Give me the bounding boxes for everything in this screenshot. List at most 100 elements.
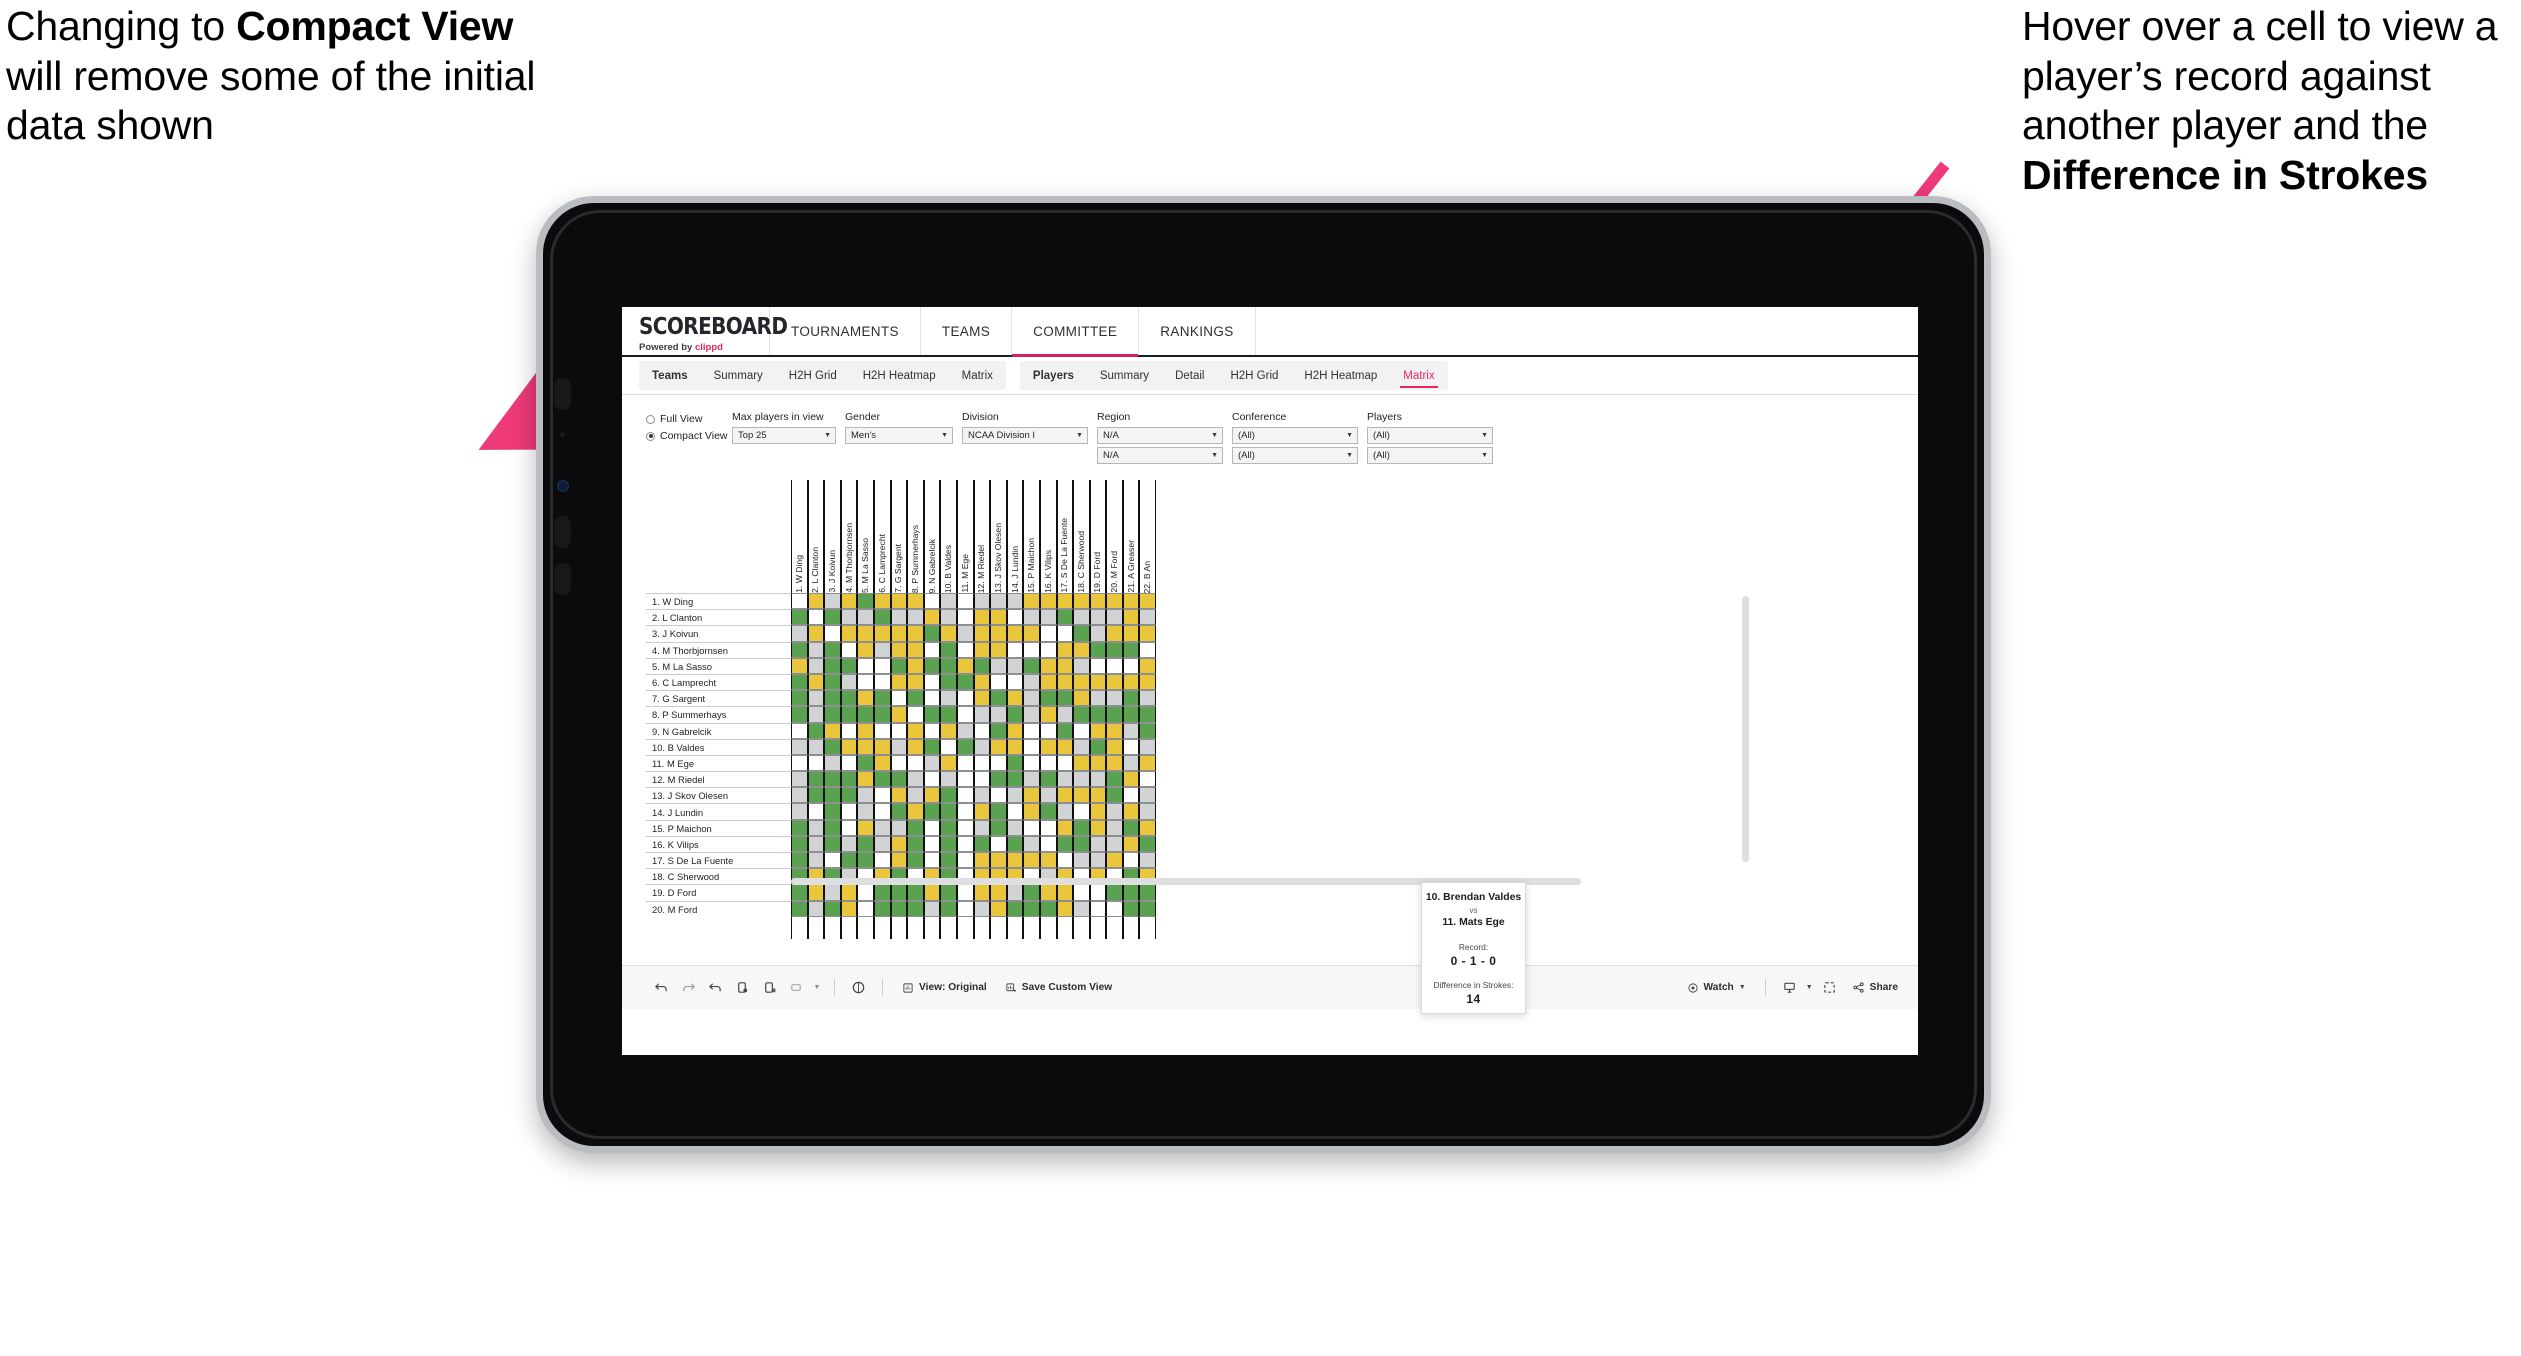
matrix-cell[interactable] [923, 803, 941, 820]
filter-conference-select-secondary[interactable]: (All) ▼ [1232, 447, 1358, 464]
matrix-cell[interactable] [791, 609, 808, 626]
matrix-cell[interactable] [857, 690, 874, 707]
matrix-column-header[interactable]: 4. M Thorbjornsen [840, 480, 858, 593]
matrix-column-header[interactable]: 2. L Clanton [807, 480, 825, 593]
matrix-row-header[interactable]: 6. C Lamprecht [646, 673, 791, 691]
matrix-cell[interactable] [1106, 803, 1123, 820]
matrix-row-header[interactable]: 11. M Ege [646, 754, 791, 772]
matrix-cell[interactable] [791, 803, 808, 820]
matrix-cell[interactable] [807, 803, 825, 820]
matrix-cell[interactable] [973, 641, 991, 658]
matrix-cell[interactable] [907, 771, 924, 788]
matrix-cell[interactable] [1089, 852, 1107, 869]
matrix-cell[interactable] [824, 900, 841, 917]
matrix-cell[interactable] [1039, 641, 1057, 658]
matrix-cell[interactable] [857, 771, 874, 788]
matrix-cell[interactable] [1122, 803, 1140, 820]
matrix-cell[interactable] [840, 673, 858, 691]
matrix-cell[interactable] [1106, 884, 1123, 901]
matrix-cell[interactable] [940, 722, 957, 739]
matrix-cell[interactable] [990, 625, 1007, 642]
matrix-cell[interactable] [907, 673, 924, 691]
matrix-column-header[interactable]: 21. A Greaser [1122, 480, 1140, 593]
matrix-cell[interactable] [1106, 787, 1123, 804]
radio-full-view[interactable]: Full View [646, 413, 732, 425]
matrix-cell[interactable] [1106, 738, 1123, 755]
matrix-cell[interactable] [873, 835, 891, 852]
matrix-cell[interactable] [1139, 771, 1157, 788]
matrix-cell[interactable] [1139, 722, 1157, 739]
matrix-cell[interactable] [1122, 900, 1140, 917]
matrix-cell[interactable] [1106, 625, 1123, 642]
matrix-cell[interactable] [1023, 771, 1040, 788]
matrix-cell[interactable] [1073, 673, 1090, 691]
matrix-cell[interactable] [1056, 835, 1074, 852]
matrix-cell[interactable] [1073, 835, 1090, 852]
matrix-cell[interactable] [923, 609, 941, 626]
matrix-cell[interactable] [1089, 641, 1107, 658]
matrix-row-header[interactable]: 14. J Lundin [646, 803, 791, 820]
matrix-cell[interactable] [1006, 835, 1024, 852]
matrix-cell[interactable] [1023, 641, 1040, 658]
filter-region-select[interactable]: N/A ▼ [1097, 427, 1223, 444]
matrix-cell[interactable] [907, 609, 924, 626]
matrix-cell[interactable] [973, 673, 991, 691]
matrix-cell[interactable] [890, 625, 908, 642]
matrix-cell[interactable] [1122, 835, 1140, 852]
matrix-cell[interactable] [1006, 738, 1024, 755]
matrix-cell[interactable] [807, 609, 825, 626]
matrix-cell[interactable] [807, 706, 825, 723]
matrix-cell[interactable] [1039, 690, 1057, 707]
matrix-cell[interactable] [1122, 641, 1140, 658]
matrix-cell[interactable] [956, 771, 974, 788]
matrix-cell[interactable] [1023, 787, 1040, 804]
matrix-cell[interactable] [840, 852, 858, 869]
matrix-cell[interactable] [1106, 900, 1123, 917]
matrix-cell[interactable] [1039, 657, 1057, 674]
matrix-cell[interactable] [1139, 884, 1157, 901]
matrix-row-header[interactable]: 8. P Summerhays [646, 706, 791, 723]
matrix-cell[interactable] [857, 706, 874, 723]
matrix-cell[interactable] [1089, 657, 1107, 674]
matrix-cell[interactable] [1006, 657, 1024, 674]
matrix-cell[interactable] [791, 722, 808, 739]
matrix-cell[interactable] [1106, 593, 1123, 610]
matrix-cell[interactable] [890, 771, 908, 788]
matrix-cell[interactable] [857, 593, 874, 610]
matrix-cell[interactable] [1023, 625, 1040, 642]
matrix-cell[interactable] [873, 754, 891, 772]
subtab-teams-summary[interactable]: Summary [701, 361, 776, 390]
app-logo[interactable]: SCOREBOARD Powered by clippd [622, 307, 788, 355]
matrix-row-header[interactable]: 15. P Maichon [646, 819, 791, 836]
matrix-cell[interactable] [824, 835, 841, 852]
matrix-cell[interactable] [1023, 657, 1040, 674]
matrix-cell[interactable] [1089, 673, 1107, 691]
matrix-cell[interactable] [1023, 738, 1040, 755]
matrix-cell[interactable] [907, 657, 924, 674]
matrix-cell[interactable] [791, 787, 808, 804]
matrix-cell[interactable] [1089, 754, 1107, 772]
matrix-column-header[interactable]: 8. P Summerhays [907, 480, 924, 593]
matrix-cell[interactable] [824, 690, 841, 707]
matrix-cell[interactable] [940, 625, 957, 642]
matrix-cell[interactable] [923, 900, 941, 917]
matrix-cell[interactable] [873, 673, 891, 691]
matrix-cell[interactable] [840, 625, 858, 642]
matrix-cell[interactable] [1039, 722, 1057, 739]
matrix-cell[interactable] [857, 884, 874, 901]
matrix-cell[interactable] [890, 593, 908, 610]
nav-tab-committee[interactable]: COMMITTEE [1012, 307, 1140, 357]
matrix-cell[interactable] [824, 803, 841, 820]
view-original-button[interactable]: View: Original [893, 982, 996, 994]
matrix-cell[interactable] [1089, 593, 1107, 610]
matrix-cell[interactable] [923, 787, 941, 804]
matrix-cell[interactable] [940, 803, 957, 820]
matrix-cell[interactable] [857, 852, 874, 869]
matrix-cell[interactable] [807, 625, 825, 642]
matrix-cell[interactable] [1006, 754, 1024, 772]
matrix-column-header[interactable]: 6. C Lamprecht [873, 480, 891, 593]
matrix-cell[interactable] [857, 900, 874, 917]
matrix-cell[interactable] [1039, 787, 1057, 804]
matrix-cell[interactable] [1089, 819, 1107, 836]
matrix-cell[interactable] [1023, 706, 1040, 723]
